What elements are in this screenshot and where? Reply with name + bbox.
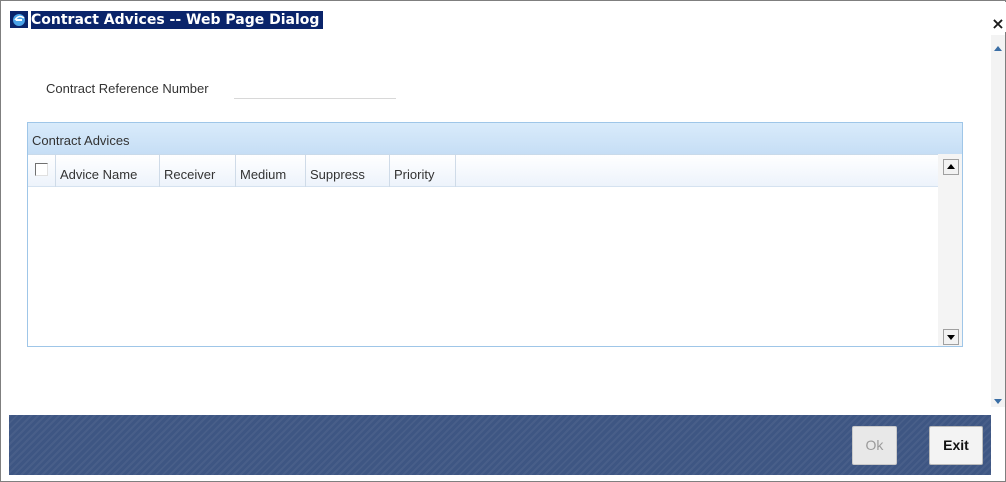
grid-scroll-up-icon[interactable] [943,159,959,175]
dialog-window: Contract Advices -- Web Page Dialog × Co… [0,0,1006,482]
grid-scroll-down-icon[interactable] [943,329,959,345]
select-all-cell [28,155,56,187]
contract-advices-title: Contract Advices [32,133,130,148]
advices-grid-header: Advice Name Receiver Medium Suppress Pri… [28,154,938,187]
contract-advices-header: Contract Advices [28,123,962,154]
dialog-title: Contract Advices -- Web Page Dialog [31,11,324,29]
page-scrollbar[interactable] [991,35,1005,407]
ok-button[interactable]: Ok [852,426,897,465]
contract-reference-label: Contract Reference Number [46,81,209,96]
column-header-suppress[interactable]: Suppress [306,155,390,187]
select-all-checkbox[interactable] [35,163,48,176]
column-header-advice-name[interactable]: Advice Name [56,155,160,187]
contract-advices-panel: Contract Advices Advice Name Receiver Me… [27,122,963,347]
exit-button[interactable]: Exit [929,426,983,465]
contract-reference-input[interactable] [234,81,396,99]
footer-left-gap [1,415,9,475]
column-header-receiver[interactable]: Receiver [160,155,236,187]
column-header-medium[interactable]: Medium [236,155,306,187]
dialog-footer: Ok Exit [9,415,991,475]
scroll-down-arrow-icon[interactable] [991,395,1005,409]
ie-dialog-icon [10,11,28,28]
scroll-up-arrow-icon[interactable] [991,41,1005,55]
close-icon[interactable]: × [990,16,1006,32]
column-header-priority[interactable]: Priority [390,155,456,187]
dialog-titlebar: Contract Advices -- Web Page Dialog × [2,2,1006,32]
advices-grid-scrollbar[interactable] [938,154,962,346]
